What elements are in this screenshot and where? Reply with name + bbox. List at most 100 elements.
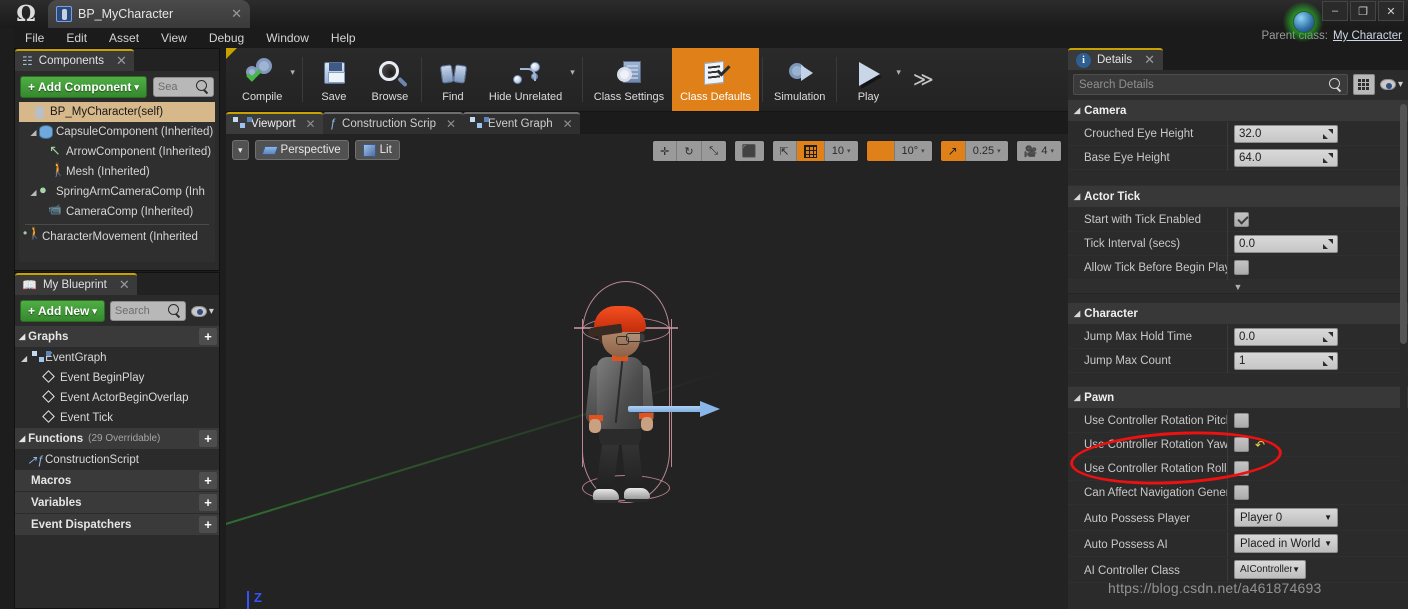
can-affect-navigation-generation-checkbox[interactable] — [1234, 485, 1249, 500]
add-function-button[interactable]: + — [199, 430, 217, 447]
scale-snap-toggle[interactable]: ↗ — [940, 141, 966, 161]
toolbar-button-compile[interactable]: Compile — [234, 48, 290, 111]
tree-item-mesh[interactable]: Mesh (Inherited) — [19, 162, 215, 182]
angle-snap-toggle[interactable] — [866, 141, 895, 161]
close-icon[interactable]: ✕ — [225, 6, 242, 22]
toolbar-button-play[interactable]: Play — [840, 48, 896, 111]
close-icon[interactable]: ✕ — [306, 117, 316, 131]
close-button[interactable]: ✕ — [1378, 1, 1404, 21]
expand-arrow[interactable]: ◢ — [28, 128, 39, 137]
close-icon[interactable]: ✕ — [446, 117, 456, 131]
add-component-button[interactable]: + Add Component ▾ — [20, 76, 147, 98]
arrow-component-gizmo[interactable] — [628, 401, 720, 417]
jump-max-hold-time-input[interactable]: 0.0 — [1234, 327, 1338, 346]
expand-arrow[interactable]: ◢ — [28, 188, 39, 197]
camera-speed-value[interactable]: 🎥 4 ▾ — [1016, 141, 1061, 161]
section-event-dispatchers[interactable]: Event Dispatchers + — [15, 514, 219, 535]
expand-arrow[interactable]: ◢ — [1074, 106, 1080, 115]
scale-snap-value[interactable]: 0.25 ▾ — [965, 141, 1008, 161]
tree-item-self[interactable]: BP_MyCharacter(self) — [19, 102, 215, 122]
expand-arrow[interactable]: ◢ — [1074, 192, 1080, 201]
advanced-expander[interactable]: ▼ — [1068, 280, 1408, 294]
tab-construction-script[interactable]: ƒ Construction Scrip ✕ — [322, 112, 464, 134]
category-pawn[interactable]: ◢ Pawn — [1068, 387, 1408, 409]
toolbar-button-find[interactable]: Find — [425, 48, 481, 111]
add-graph-button[interactable]: + — [199, 328, 217, 345]
hide-unrelated-caret[interactable]: ▾ — [570, 48, 579, 111]
toolbar-button-simulation[interactable]: Simulation — [766, 48, 833, 111]
angle-snap-value[interactable]: 10° ▾ — [894, 141, 932, 161]
menu-item-view[interactable]: View — [150, 28, 198, 48]
spinner-icon[interactable] — [1323, 331, 1333, 342]
spinner-icon[interactable] — [1323, 128, 1333, 139]
category-actor-tick[interactable]: ◢ Actor Tick — [1068, 186, 1408, 208]
menu-item-edit[interactable]: Edit — [55, 28, 98, 48]
rotate-tool[interactable]: ↻ — [677, 141, 702, 161]
menu-item-asset[interactable]: Asset — [98, 28, 150, 48]
tab-details[interactable]: i Details ✕ — [1068, 48, 1164, 70]
section-macros[interactable]: Macros + — [15, 470, 219, 491]
details-scrollbar[interactable] — [1400, 104, 1407, 484]
revert-icon[interactable]: ↶ — [1255, 438, 1265, 452]
tree-item-charactermovement[interactable]: CharacterMovement (Inherited — [19, 226, 215, 247]
expand-arrow[interactable]: ◢ — [1074, 309, 1080, 318]
tree-item-arrowcomponent[interactable]: ArrowComponent (Inherited) — [19, 142, 215, 162]
add-macro-button[interactable]: + — [199, 472, 217, 489]
start-with-tick-enabled-checkbox[interactable] — [1234, 212, 1249, 227]
tab-event-graph[interactable]: Event Graph ✕ — [463, 112, 580, 134]
document-tab-bp-mycharacter[interactable]: BP_MyCharacter ✕ — [48, 0, 250, 28]
character-preview-mesh[interactable] — [566, 281, 720, 519]
use-controller-rotation-pitch-checkbox[interactable] — [1234, 413, 1249, 428]
viewport-3d-canvas[interactable]: Z ▾ Perspective Lit ✛ ↻ ⤡ ⬛ ⇱ 10 ▾ 10° ▾… — [226, 134, 1068, 609]
section-variables[interactable]: Variables + — [15, 492, 219, 513]
ai-controller-class-dropdown[interactable]: AIController ▼ — [1234, 560, 1306, 579]
list-item-event-beginplay[interactable]: Event BeginPlay — [15, 368, 219, 388]
tree-item-capsulecomponent[interactable]: ◢ CapsuleComponent (Inherited) — [19, 122, 215, 142]
toolbar-button-save[interactable]: Save — [306, 48, 362, 111]
add-variable-button[interactable]: + — [199, 494, 217, 511]
expand-arrow[interactable]: ◢ — [19, 332, 25, 341]
expand-arrow[interactable]: ◢ — [19, 434, 25, 443]
close-icon[interactable]: ✕ — [1138, 52, 1155, 68]
list-item-event-tick[interactable]: Event Tick — [15, 408, 219, 428]
menu-item-debug[interactable]: Debug — [198, 28, 255, 48]
tree-item-cameracomp[interactable]: CameraComp (Inherited) — [19, 202, 215, 222]
category-camera[interactable]: ◢ Camera — [1068, 100, 1408, 122]
toolbar-button-hide-unrelated[interactable]: Hide Unrelated — [481, 48, 570, 111]
list-item-event-actorbeginoverlap[interactable]: Event ActorBeginOverlap — [15, 388, 219, 408]
parent-class-value[interactable]: My Character — [1333, 30, 1402, 42]
expand-arrow[interactable]: ◢ — [1074, 393, 1080, 402]
components-tree[interactable]: BP_MyCharacter(self) ◢ CapsuleComponent … — [19, 102, 215, 262]
close-icon[interactable]: ✕ — [563, 117, 573, 131]
tree-item-springarmcameracomp[interactable]: ◢ SpringArmCameraComp (Inh — [19, 182, 215, 202]
add-new-button[interactable]: + Add New ▾ — [20, 300, 105, 322]
spinner-icon[interactable] — [1323, 238, 1333, 249]
spinner-icon[interactable] — [1323, 152, 1333, 163]
grid-snap-value[interactable]: 10 ▾ — [824, 141, 858, 161]
grid-snap-toggle[interactable] — [796, 141, 825, 161]
translate-tool[interactable]: ✛ — [653, 141, 678, 161]
world-space-toggle[interactable]: ⬛ — [734, 141, 764, 161]
auto-possess-ai-dropdown[interactable]: Placed in World ▼ — [1234, 534, 1338, 553]
section-graphs[interactable]: ◢ Graphs + — [15, 326, 219, 347]
my-blueprint-search-input[interactable]: Search — [109, 301, 186, 321]
toolbar-button-class-settings[interactable]: Class Settings — [586, 48, 672, 111]
maximize-button[interactable]: ❐ — [1350, 1, 1376, 21]
use-controller-rotation-yaw-checkbox[interactable] — [1234, 437, 1249, 452]
toolbar-button-class-defaults[interactable]: Class Defaults — [672, 48, 760, 111]
tab-my-blueprint[interactable]: 📖 My Blueprint ✕ — [15, 273, 137, 295]
toolbar-overflow-button[interactable]: ≫ — [905, 48, 942, 111]
scale-tool[interactable]: ⤡ — [701, 141, 726, 161]
spinner-icon[interactable] — [1323, 355, 1333, 366]
close-icon[interactable]: ✕ — [110, 53, 127, 69]
details-grid-view-button[interactable] — [1352, 74, 1375, 95]
allow-tick-before-begin-play-checkbox[interactable] — [1234, 260, 1249, 275]
menu-item-file[interactable]: File — [14, 28, 55, 48]
viewport-options-menu[interactable]: ▾ — [232, 140, 249, 160]
list-item-eventgraph[interactable]: ◢ EventGraph — [15, 348, 219, 368]
crouched-eye-height-input[interactable]: 32.0 — [1234, 124, 1338, 143]
tab-viewport[interactable]: Viewport ✕ — [226, 112, 323, 134]
jump-max-count-input[interactable]: 1 — [1234, 351, 1338, 370]
base-eye-height-input[interactable]: 64.0 — [1234, 148, 1338, 167]
category-character[interactable]: ◢ Character — [1068, 303, 1408, 325]
